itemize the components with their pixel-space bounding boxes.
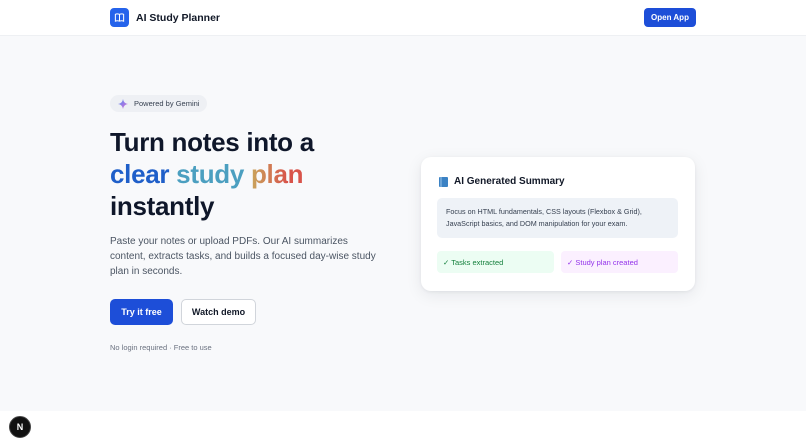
headline-word-plan: plan [250, 159, 304, 189]
headline-line-3: instantly [110, 191, 215, 221]
tasks-extracted-pill: ✓ Tasks extracted [437, 251, 554, 273]
hero-subtext: Paste your notes or upload PDFs. Our AI … [110, 236, 376, 277]
nextjs-devtools-button[interactable]: N [9, 416, 31, 438]
headline-word-study: study [176, 159, 245, 189]
badge-text: Powered by Gemini [134, 99, 200, 108]
summary-card: AI Generated Summary Focus on HTML funda… [421, 157, 695, 291]
powered-by-badge: Powered by Gemini [110, 95, 208, 112]
headline-word-plan-text: plan [250, 159, 304, 189]
headline-word-clear: clear [110, 159, 170, 189]
headline-line-1: Turn notes into a [110, 127, 314, 157]
watch-demo-button[interactable]: Watch demo [181, 299, 256, 325]
book-icon [110, 8, 129, 27]
card-title: AI Generated Summary [439, 176, 565, 187]
devtools-letter: N [16, 422, 24, 432]
sparkle-icon [118, 98, 128, 109]
summary-text: Focus on HTML fundamentals, CSS layouts … [437, 198, 678, 238]
open-app-button[interactable]: Open App [644, 8, 696, 27]
card-title-text: AI Generated Summary [454, 176, 565, 187]
hero-headline: Turn notes into a clear study plan insta… [110, 126, 410, 222]
top-nav: AI Study Planner Open App [0, 0, 806, 36]
brand-logo[interactable]: AI Study Planner [110, 8, 220, 27]
try-free-button[interactable]: Try it free [110, 299, 173, 325]
blue-book-icon [439, 176, 448, 187]
no-login-note: No login required · Free to use [110, 343, 212, 352]
study-plan-created-pill: ✓ Study plan created [561, 251, 678, 273]
brand-name: AI Study Planner [136, 11, 221, 24]
